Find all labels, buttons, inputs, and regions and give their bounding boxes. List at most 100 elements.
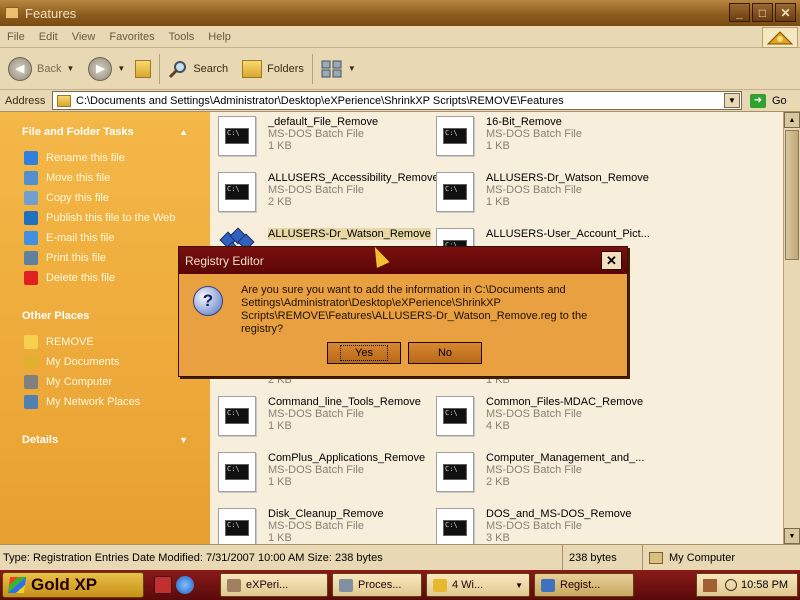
file-item[interactable]: C:\ Disk_Cleanup_Remove MS-DOS Batch File 1… <box>218 508 433 544</box>
place-link-3[interactable]: My Network Places <box>24 392 210 412</box>
file-item[interactable]: C:\ ComPlus_Applications_Remove MS-DOS Bat… <box>218 452 433 504</box>
start-button[interactable]: Gold XP <box>2 572 144 598</box>
details-section: Details ▼ <box>0 428 210 452</box>
file-item[interactable]: C:\ _default_File_Remove MS-DOS Batch File… <box>218 116 433 168</box>
show-desktop-icon[interactable] <box>154 576 172 594</box>
menu-tools[interactable]: Tools <box>162 31 202 43</box>
file-size: 1 KB <box>268 420 292 432</box>
place-link-icon <box>24 375 38 389</box>
file-item[interactable]: C:\ Computer_Management_and_... MS-DOS Bat… <box>436 452 651 504</box>
tray-app-icon[interactable] <box>703 578 717 592</box>
batch-file-icon: C:\ <box>218 396 256 436</box>
file-name: ALLUSERS-Dr_Watson_Remove <box>268 228 431 240</box>
file-item[interactable]: C:\ Command_line_Tools_Remove MS-DOS Batch… <box>218 396 433 448</box>
taskbar-item-experience[interactable]: eXPeri... <box>220 573 328 597</box>
place-link-icon <box>24 395 38 409</box>
up-folder-button[interactable] <box>135 59 152 78</box>
task-link-3[interactable]: Publish this file to the Web <box>24 208 210 228</box>
menu-favorites[interactable]: Favorites <box>102 31 161 43</box>
taskbar: Gold XP eXPeri... Proces... 4 Wi... ▼ Re… <box>0 570 800 600</box>
menu-view[interactable]: View <box>65 31 103 43</box>
file-size: 1 KB <box>268 476 292 488</box>
file-item[interactable]: C:\ Common_Files-MDAC_Remove MS-DOS Batch … <box>436 396 651 448</box>
collapse-icon[interactable]: ▲ <box>179 127 188 137</box>
file-type: MS-DOS Batch File <box>268 520 364 532</box>
window-title-bar[interactable]: Features _ □ ✕ <box>0 0 800 26</box>
internet-explorer-icon[interactable] <box>176 576 194 594</box>
file-name: _default_File_Remove <box>268 116 379 128</box>
chevron-down-icon[interactable]: ▼ <box>348 64 356 73</box>
dialog-message: Are you sure you want to add the informa… <box>241 284 588 335</box>
batch-file-icon: C:\ <box>436 396 474 436</box>
minimize-button[interactable]: _ <box>729 3 750 22</box>
dialog-close-button[interactable]: ✕ <box>601 251 622 270</box>
chevron-down-icon[interactable]: ▼ <box>117 64 125 73</box>
menu-file[interactable]: File <box>0 31 32 43</box>
forward-arrow-icon: ▶ <box>88 56 113 81</box>
program-icon <box>227 578 241 592</box>
task-link-icon <box>24 231 38 245</box>
section-header[interactable]: File and Folder Tasks ▲ <box>0 120 210 144</box>
section-header[interactable]: Details ▼ <box>0 428 210 452</box>
file-name: ALLUSERS_Accessibility_Remove <box>268 172 439 184</box>
menu-help[interactable]: Help <box>201 31 238 43</box>
task-link-0[interactable]: Rename this file <box>24 148 210 168</box>
chevron-down-icon[interactable]: ▼ <box>724 93 740 108</box>
file-type: MS-DOS Batch File <box>486 408 582 420</box>
file-size: 4 KB <box>486 420 510 432</box>
file-type: MS-DOS Batch File <box>268 408 364 420</box>
file-item[interactable]: C:\ ALLUSERS-Dr_Watson_Remove MS-DOS Batch… <box>436 172 651 224</box>
back-button[interactable]: ◀ Back ▼ <box>8 56 74 81</box>
up-folder-icon <box>135 59 152 78</box>
file-type: MS-DOS Batch File <box>268 128 364 140</box>
chevron-down-icon[interactable]: ▼ <box>66 64 74 73</box>
maximize-button[interactable]: □ <box>752 3 773 22</box>
file-size: 2 KB <box>486 476 510 488</box>
close-button[interactable]: ✕ <box>775 3 796 22</box>
clock-icon <box>725 579 737 591</box>
batch-file-icon: C:\ <box>436 116 474 156</box>
file-size: 3 KB <box>486 532 510 544</box>
taskbar-item-process[interactable]: Proces... <box>332 573 422 597</box>
go-arrow-icon: ➜ <box>750 93 766 108</box>
file-item[interactable]: C:\ 16-Bit_Remove MS-DOS Batch File 1 KB <box>436 116 651 168</box>
file-size: 1 KB <box>268 140 292 152</box>
scroll-down-button[interactable]: ▼ <box>784 528 800 544</box>
no-button[interactable]: No <box>408 342 482 364</box>
file-type: MS-DOS Batch File <box>486 520 582 532</box>
registry-icon <box>541 578 555 592</box>
search-button[interactable]: Search <box>168 59 228 79</box>
file-item[interactable]: C:\ ALLUSERS_Accessibility_Remove MS-DOS B… <box>218 172 439 224</box>
menu-edit[interactable]: Edit <box>32 31 65 43</box>
expand-icon[interactable]: ▼ <box>179 435 188 445</box>
scroll-up-button[interactable]: ▲ <box>784 112 800 128</box>
menu-bar: File Edit View Favorites Tools Help <box>0 26 800 48</box>
yes-button[interactable]: Yes <box>327 342 401 364</box>
file-name: Command_line_Tools_Remove <box>268 396 421 408</box>
address-path[interactable]: C:\Documents and Settings\Administrator\… <box>76 95 724 107</box>
views-icon <box>321 60 342 77</box>
status-info: Type: Registration Entries Date Modified… <box>0 545 563 570</box>
forward-button[interactable]: ▶ ▼ <box>88 56 125 81</box>
scroll-thumb[interactable] <box>785 130 799 260</box>
file-name: DOS_and_MS-DOS_Remove <box>486 508 632 520</box>
file-item[interactable]: C:\ DOS_and_MS-DOS_Remove MS-DOS Batch Fil… <box>436 508 651 544</box>
address-input[interactable]: C:\Documents and Settings\Administrator\… <box>52 91 742 110</box>
taskbar-item-windows-group[interactable]: 4 Wi... ▼ <box>426 573 530 597</box>
place-link-icon <box>24 335 38 349</box>
status-bar: Type: Registration Entries Date Modified… <box>0 544 800 570</box>
task-link-1[interactable]: Move this file <box>24 168 210 188</box>
views-button[interactable]: ▼ <box>321 60 356 78</box>
go-button[interactable]: ➜ Go <box>750 93 787 108</box>
batch-file-icon: C:\ <box>218 452 256 492</box>
vertical-scrollbar[interactable]: ▲ ▼ <box>783 112 800 544</box>
taskbar-item-registry[interactable]: Regist... <box>534 573 634 597</box>
quick-launch <box>154 576 194 594</box>
folders-button[interactable]: Folders <box>242 59 304 78</box>
dialog-title-bar[interactable]: Registry Editor ✕ <box>179 247 627 274</box>
task-link-icon <box>24 191 38 205</box>
task-link-4[interactable]: E-mail this file <box>24 228 210 248</box>
task-link-icon <box>24 211 38 225</box>
task-link-2[interactable]: Copy this file <box>24 188 210 208</box>
clock[interactable]: 10:58 PM <box>741 579 788 591</box>
